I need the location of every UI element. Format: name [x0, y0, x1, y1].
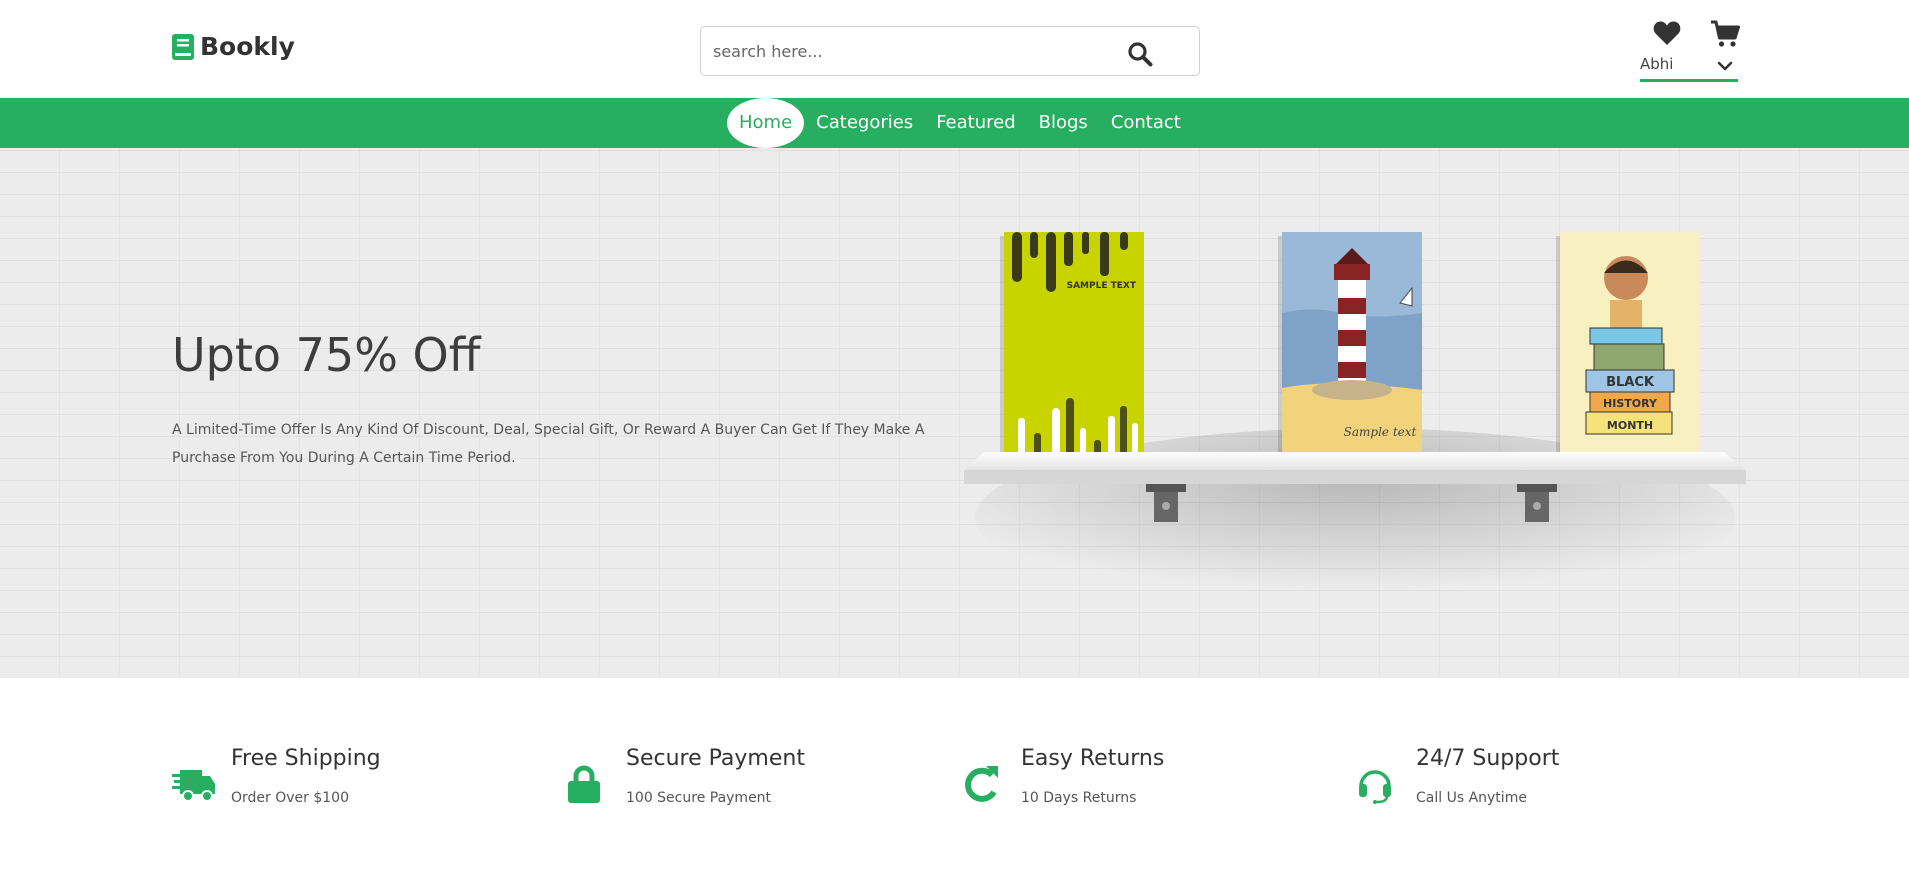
logo-text: Bookly — [200, 32, 295, 61]
feature-title: Secure Payment — [626, 746, 805, 771]
feature-title: Free Shipping — [231, 746, 381, 771]
features-section: Free Shipping Order Over $100 Secure Pay… — [0, 678, 1909, 871]
nav-item-home[interactable]: Home — [727, 98, 805, 148]
nav-item-featured[interactable]: Featured — [936, 98, 1015, 148]
headset-icon — [1359, 770, 1391, 804]
logo-link[interactable]: Bookly — [172, 32, 295, 61]
nav-item-contact[interactable]: Contact — [1111, 98, 1181, 148]
user-name[interactable]: Abhi — [1640, 55, 1673, 73]
nav-item-categories[interactable]: Categories — [816, 98, 913, 148]
lock-icon — [568, 765, 600, 803]
hero-description: A Limited-Time Offer Is Any Kind Of Disc… — [172, 422, 925, 466]
book-cover-text-line: MONTH — [1607, 419, 1653, 432]
book-icon — [172, 33, 194, 60]
feature-subtitle: Call Us Anytime — [1416, 790, 1527, 806]
chevron-down-icon[interactable] — [1717, 60, 1733, 72]
site-header: Bookly Abhi — [0, 0, 1909, 98]
book-cover-text: Sample text — [1344, 425, 1417, 439]
feature-title: Easy Returns — [1021, 746, 1165, 771]
hero-section: Upto 75% Off A Limited-Time Offer Is Any… — [0, 148, 1909, 678]
header-icons: Abhi — [1640, 18, 1740, 82]
feature-title: 24/7 Support — [1416, 746, 1560, 771]
nav-item-blogs[interactable]: Blogs — [1039, 98, 1088, 148]
search-input[interactable] — [701, 29, 1111, 73]
book-cover-history[interactable]: BLACK HISTORY MONTH — [1556, 232, 1700, 464]
cart-icon[interactable] — [1710, 20, 1740, 48]
book-cover-text-line: BLACK — [1606, 375, 1655, 390]
truck-icon — [172, 770, 215, 802]
book-cover-text: SAMPLE TEXT — [1067, 281, 1137, 291]
redo-icon — [965, 766, 998, 802]
search-form — [700, 26, 1200, 76]
heart-icon[interactable] — [1653, 20, 1681, 46]
feature-subtitle: Order Over $100 — [231, 790, 349, 806]
book-shelf-illustration: SAMPLE TEXT Sample text BLACK HISTORY MO… — [964, 232, 1746, 608]
book-cover-sample[interactable]: SAMPLE TEXT — [1000, 232, 1144, 464]
search-icon[interactable] — [1127, 41, 1153, 67]
book-cover-lighthouse[interactable]: Sample text — [1278, 232, 1422, 464]
hero-title: Upto 75% Off — [172, 328, 481, 382]
feature-subtitle: 100 Secure Payment — [626, 790, 772, 806]
feature-subtitle: 10 Days Returns — [1021, 790, 1137, 806]
main-nav: Home Categories Featured Blogs Contact — [0, 98, 1909, 148]
nav-list: Home Categories Featured Blogs Contact — [727, 98, 1204, 148]
book-cover-text-line: HISTORY — [1603, 397, 1658, 410]
